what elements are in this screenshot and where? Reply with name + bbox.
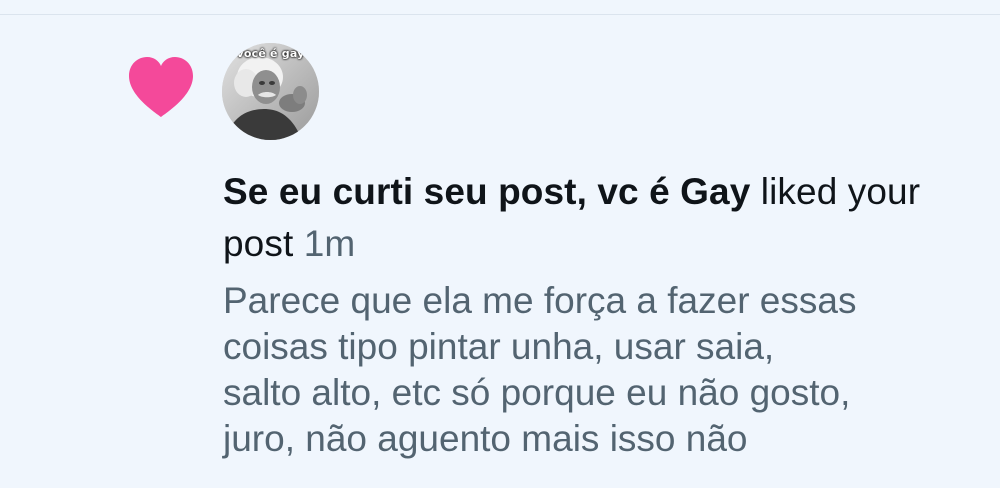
timestamp: 1m bbox=[303, 223, 356, 264]
avatar-caption: você é gay bbox=[236, 47, 305, 60]
heart-icon bbox=[126, 54, 196, 120]
avatar[interactable]: você é gay bbox=[222, 43, 319, 140]
notification-item[interactable]: você é gay Se eu curti seu post, vc é Ga… bbox=[0, 0, 1000, 488]
username-link[interactable]: Se eu curti seu post, vc é Gay bbox=[223, 171, 750, 212]
post-preview[interactable]: Parece que ela me força a fazer essas co… bbox=[223, 278, 983, 462]
notification-headline: Se eu curti seu post, vc é Gay liked you… bbox=[223, 166, 943, 270]
